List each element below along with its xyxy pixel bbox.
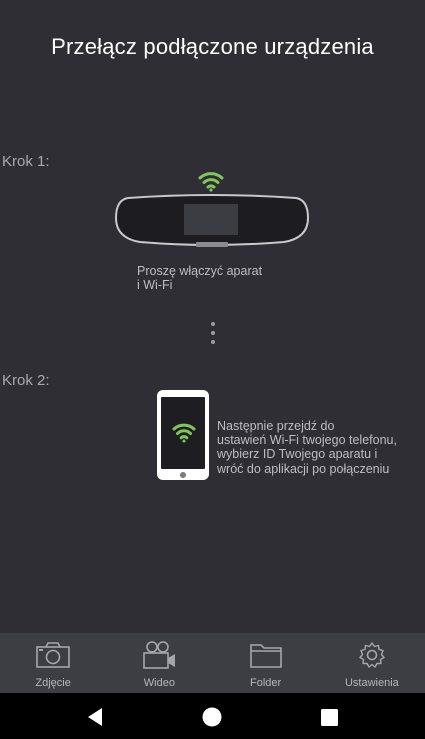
phone-screen: [161, 397, 205, 469]
bottom-tab-bar: Zdjęcie Wideo Folder Ustawienia: [0, 633, 425, 693]
mirror-body: [114, 194, 310, 247]
vertical-dots-separator: [211, 322, 216, 348]
step-1-description: Proszę włączyć aparat i Wi-Fi: [137, 264, 263, 292]
folder-icon: [249, 644, 282, 668]
wifi-icon: [198, 172, 224, 192]
back-icon[interactable]: [84, 706, 106, 728]
tab-settings[interactable]: Ustawienia: [319, 633, 425, 693]
video-camera-icon: [143, 641, 176, 669]
home-icon[interactable]: [201, 706, 223, 728]
step-1-label: Krok 1:: [2, 153, 50, 170]
step-2-label: Krok 2:: [2, 372, 50, 389]
tab-video[interactable]: Wideo: [106, 633, 212, 693]
tab-folder-label: Folder: [250, 677, 282, 689]
dashcam-mirror-illustration: [114, 170, 310, 252]
wifi-icon: [172, 423, 196, 443]
camera-icon: [36, 642, 70, 668]
tab-photo[interactable]: Zdjęcie: [0, 633, 106, 693]
connect-devices-screen: Przełącz podłączone urządzenia Krok 1: P…: [0, 0, 425, 633]
phone-illustration: [157, 390, 209, 480]
tab-video-label: Wideo: [143, 677, 175, 689]
phone-home-button: [180, 472, 186, 478]
android-navigation-bar: [0, 693, 425, 739]
gear-icon: [359, 642, 385, 668]
step-2-description: Następnie przejdź do ustawień Wi-Fi twoj…: [217, 419, 397, 476]
page-title: Przełącz podłączone urządzenia: [51, 34, 374, 59]
tab-settings-label: Ustawienia: [344, 677, 399, 689]
tab-photo-label: Zdjęcie: [35, 677, 71, 689]
tab-folder[interactable]: Folder: [213, 633, 319, 693]
recent-apps-icon[interactable]: [318, 706, 340, 728]
